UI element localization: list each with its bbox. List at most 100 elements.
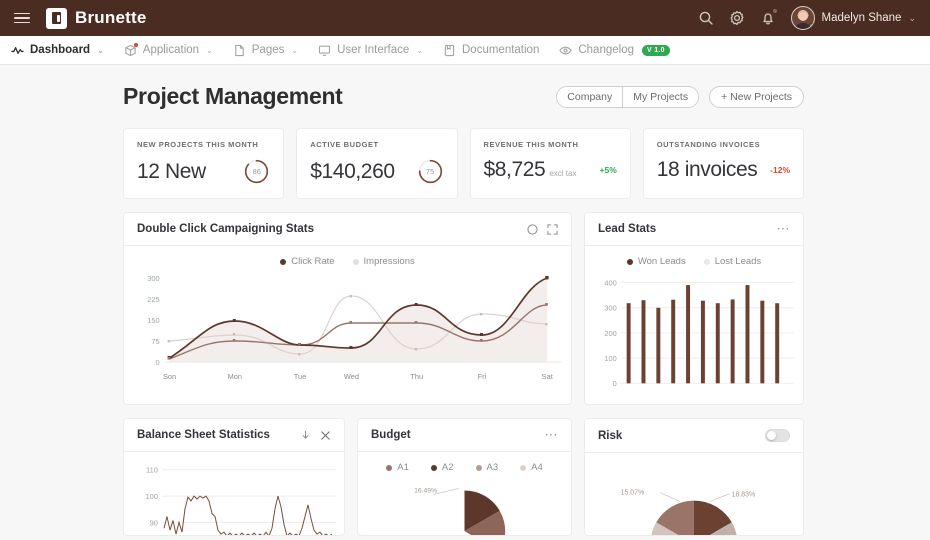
status-badge: +5% (599, 165, 617, 175)
card-balance-sheet: Balance Sheet Statistics 110 100 90 (123, 418, 345, 536)
top-bar: Brunette Madelyn Shane ⌄ (0, 0, 930, 36)
legend-label: Won Leads (637, 256, 686, 267)
legend-item[interactable]: A3 (475, 462, 499, 473)
chevron-down-icon: ⌄ (416, 45, 423, 55)
stat-value: $8,725 (483, 158, 546, 181)
download-icon[interactable] (300, 430, 311, 441)
nav-item-pages[interactable]: Pages ⌄ (233, 44, 298, 57)
chevron-down-icon: ⌄ (908, 12, 916, 23)
more-icon[interactable]: ⋯ (545, 428, 559, 441)
bell-icon[interactable] (760, 9, 777, 26)
legend-swatch (386, 464, 393, 471)
legend-item[interactable]: Click Rate (280, 256, 335, 267)
main-nav: Dashboard ⌄ Application ⌄ Pages ⌄ User I… (0, 36, 930, 65)
legend-swatch (626, 258, 633, 265)
stat-cards-row: NEW PROJECTS THIS MONTH 12 New 86 ACTIVE… (123, 128, 804, 199)
gauge-chart: 86 (243, 158, 270, 185)
legend-swatch (430, 464, 437, 471)
monitor-icon (318, 44, 331, 57)
user-menu[interactable]: Madelyn Shane ⌄ (790, 6, 916, 30)
stat-label: ACTIVE BUDGET (310, 140, 379, 149)
online-status-dot (808, 23, 814, 29)
nav-item-application[interactable]: Application ⌄ (124, 42, 213, 57)
search-icon[interactable] (698, 10, 714, 26)
svg-text:300: 300 (604, 304, 616, 313)
expand-icon[interactable] (547, 223, 558, 235)
legend-swatch (703, 258, 710, 265)
legend-label: A4 (531, 462, 543, 473)
svg-text:200: 200 (604, 329, 616, 338)
line-chart-balance: 110 100 90 (124, 452, 344, 535)
risk-toggle[interactable] (765, 429, 790, 442)
alert-dot (133, 42, 138, 47)
svg-text:400: 400 (604, 279, 616, 288)
notification-dot (772, 9, 777, 13)
stat-label: OUTSTANDING INVOICES (656, 140, 761, 149)
brunette-logo-icon (46, 7, 67, 29)
page-header: Project Management Company My Projects +… (0, 83, 930, 110)
charts-row-2: Balance Sheet Statistics 110 100 90 Budg… (123, 418, 804, 536)
nav-label: Dashboard (30, 44, 91, 56)
svg-text:225: 225 (147, 295, 159, 304)
legend-swatch (280, 258, 287, 265)
nav-item-dashboard[interactable]: Dashboard ⌄ (11, 44, 104, 57)
pie-annotation: 15.07% (621, 490, 644, 497)
new-projects-button[interactable]: + New Projects (709, 85, 804, 108)
card-title: Lead Stats (598, 223, 657, 235)
svg-text:0: 0 (613, 379, 617, 388)
stat-card-active-budget: ACTIVE BUDGET $140,260 75 (296, 128, 458, 199)
chart-legend: Won Leads Lost Leads (585, 246, 803, 269)
stat-value: 12 New (137, 159, 206, 183)
svg-text:Wed: Wed (344, 372, 359, 381)
brand[interactable]: Brunette (46, 7, 147, 29)
hamburger-icon[interactable] (14, 12, 30, 24)
legend-item[interactable]: Won Leads (626, 256, 686, 267)
book-icon (443, 44, 456, 57)
stat-value: $140,260 (310, 159, 395, 183)
scope-segmented-control: Company My Projects (556, 85, 700, 108)
svg-text:110: 110 (146, 466, 158, 475)
nav-item-user-interface[interactable]: User Interface ⌄ (318, 44, 423, 57)
stat-sublabel: excl tax (549, 169, 577, 178)
nav-label: User Interface (337, 44, 410, 56)
card-title: Balance Sheet Statistics (137, 429, 270, 441)
pie-chart-risk: 15.07% 18.83% (585, 453, 803, 535)
legend-label: Impressions (363, 256, 415, 267)
legend-item[interactable]: Lost Leads (703, 256, 762, 267)
status-badge: -12% (770, 165, 790, 175)
legend-item[interactable]: A2 (430, 462, 454, 473)
legend-item[interactable]: Impressions (352, 256, 415, 267)
bar-chart-lead: 400 300 200 100 0 (585, 269, 803, 404)
legend-item[interactable]: A1 (386, 462, 409, 473)
legend-item[interactable]: A4 (520, 462, 543, 473)
stat-label: NEW PROJECTS THIS MONTH (137, 140, 259, 149)
card-title: Budget (371, 429, 411, 441)
close-icon[interactable] (320, 430, 331, 441)
svg-text:Sat: Sat (542, 372, 554, 381)
chevron-down-icon: ⌄ (291, 45, 299, 55)
svg-text:300: 300 (147, 274, 159, 283)
brand-name: Brunette (75, 8, 147, 27)
chevron-down-icon: ⌄ (97, 45, 104, 55)
svg-text:150: 150 (147, 316, 159, 325)
card-risk: Risk 15.07% 18.83% (584, 418, 804, 536)
nav-label: Application (142, 44, 200, 56)
legend-label: A1 (397, 462, 409, 473)
more-icon[interactable]: ⋯ (777, 222, 791, 235)
legend-label: A3 (486, 462, 499, 473)
chart-legend: A1 A2 A3 A4 (358, 452, 571, 475)
nav-item-documentation[interactable]: Documentation (443, 44, 539, 57)
svg-text:0: 0 (156, 358, 160, 367)
nav-label: Documentation (462, 44, 540, 56)
stat-label: REVENUE THIS MONTH (483, 140, 579, 149)
stat-card-new-projects: NEW PROJECTS THIS MONTH 12 New 86 (123, 128, 285, 199)
legend-label: Lost Leads (714, 256, 762, 267)
circle-icon[interactable] (527, 223, 538, 235)
eye-icon (559, 44, 572, 57)
segment-company[interactable]: Company (557, 86, 623, 107)
segment-my-projects[interactable]: My Projects (622, 86, 699, 107)
gear-icon[interactable] (729, 10, 745, 26)
svg-text:Tue: Tue (294, 372, 306, 381)
nav-item-changelog[interactable]: Changelog V 1.0 (559, 44, 670, 57)
stat-card-revenue: REVENUE THIS MONTH $8,725 excl tax +5% (469, 128, 631, 199)
